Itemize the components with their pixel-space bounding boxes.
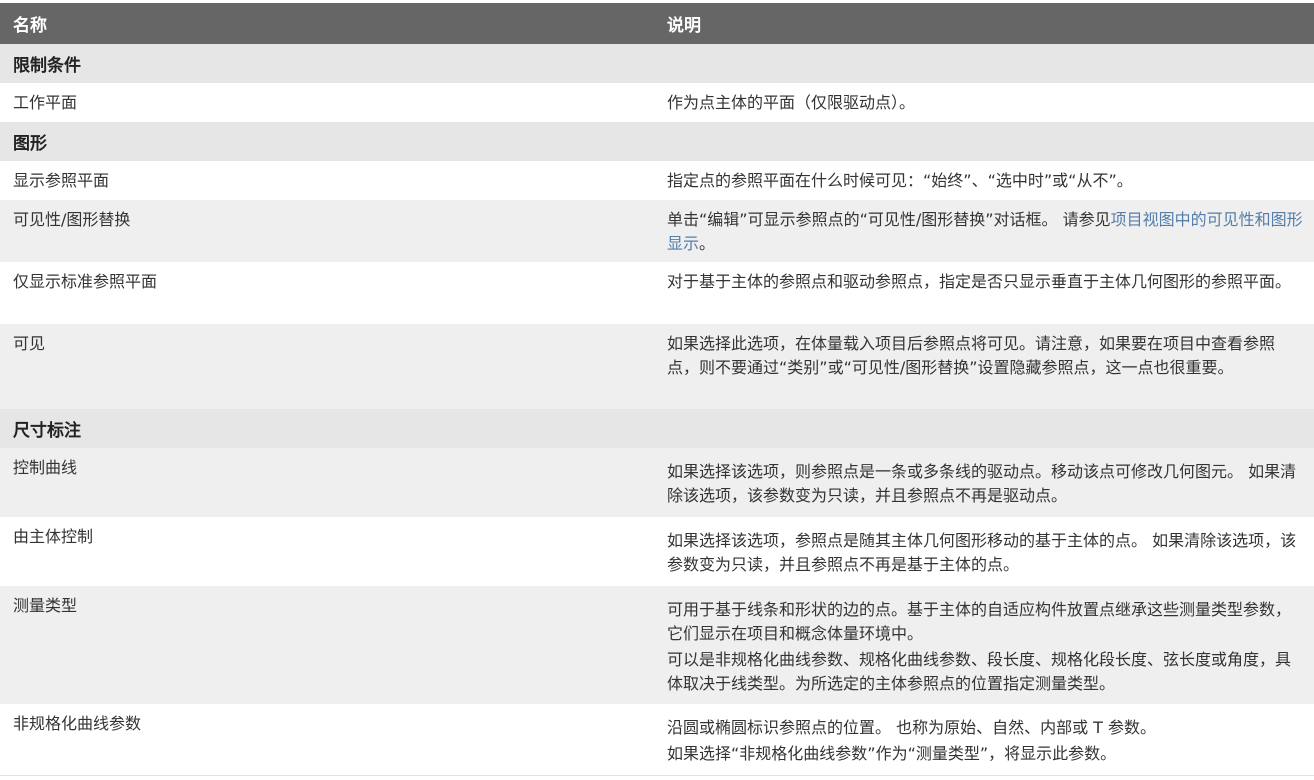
section-title: 图形 bbox=[13, 134, 47, 154]
param-name: 测量类型 bbox=[13, 596, 78, 615]
description-paragraph: 可用于基于线条和形状的边的点。基于主体的自适应构件放置点继承这些测量类型参数，它… bbox=[667, 600, 1292, 643]
section-title: 限制条件 bbox=[13, 56, 81, 76]
param-name: 非规格化曲线参数 bbox=[13, 714, 142, 733]
table-row: 显示参照平面 指定点的参照平面在什么时候可见：“始终”、“选中时”或“从不”。 bbox=[0, 161, 1314, 200]
description-paragraph: 可以是非规格化曲线参数、规格化曲线参数、段长度、规格化段长度、弦长度或角度，具体… bbox=[667, 650, 1292, 693]
section-constraints: 限制条件 bbox=[0, 44, 1314, 83]
table-row: 非规格化曲线参数 沿圆或椭圆标识参照点的位置。 也称为原始、自然、内部或 T 参… bbox=[0, 704, 1314, 776]
param-description: 如果选择该选项，则参照点是一条或多条线的驱动点。移动该点可修改几何图元。 如果清… bbox=[667, 462, 1297, 505]
param-description: 如果选择该选项，参照点是随其主体几何图形移动的基于主体的点。 如果清除该选项，该… bbox=[667, 531, 1297, 574]
table-header: 名称 说明 bbox=[0, 3, 1314, 44]
param-description: 作为点主体的平面（仅限驱动点）。 bbox=[667, 93, 916, 112]
description-text: 单击“编辑”可显示参照点的“可见性/图形替换”对话框。 请参见 bbox=[667, 210, 1111, 229]
param-name: 工作平面 bbox=[13, 93, 78, 112]
param-name: 显示参照平面 bbox=[13, 171, 110, 190]
param-name: 由主体控制 bbox=[13, 527, 94, 546]
description-text: 。 bbox=[699, 234, 716, 253]
table-row: 控制曲线 如果选择该选项，则参照点是一条或多条线的驱动点。移动该点可修改几何图元… bbox=[0, 448, 1314, 517]
table-row: 可见 如果选择此选项，在体量载入项目后参照点将可见。请注意，如果要在项目中查看参… bbox=[0, 324, 1314, 409]
param-name: 仅显示标准参照平面 bbox=[13, 272, 158, 291]
header-description: 说明 bbox=[667, 16, 701, 36]
section-graphics: 图形 bbox=[0, 122, 1314, 161]
param-description: 指定点的参照平面在什么时候可见：“始终”、“选中时”或“从不”。 bbox=[667, 171, 1133, 190]
table-row: 工作平面 作为点主体的平面（仅限驱动点）。 bbox=[0, 83, 1314, 122]
param-name: 可见 bbox=[13, 334, 46, 353]
header-name: 名称 bbox=[13, 16, 47, 36]
table-row: 测量类型 可用于基于线条和形状的边的点。基于主体的自适应构件放置点继承这些测量类… bbox=[0, 586, 1314, 704]
param-name: 可见性/图形替换 bbox=[13, 210, 131, 229]
table-row: 仅显示标准参照平面 对于基于主体的参照点和驱动参照点，指定是否只显示垂直于主体几… bbox=[0, 262, 1314, 324]
description-paragraph: 沿圆或椭圆标识参照点的位置。 也称为原始、自然、内部或 T 参数。 bbox=[667, 718, 1157, 737]
section-title: 尺寸标注 bbox=[13, 421, 81, 441]
param-description: 如果选择此选项，在体量载入项目后参照点将可见。请注意，如果要在项目中查看参照点，… bbox=[667, 334, 1276, 377]
param-description: 沿圆或椭圆标识参照点的位置。 也称为原始、自然、内部或 T 参数。 如果选择“非… bbox=[654, 712, 1314, 775]
description-paragraph: 如果选择“非规格化曲线参数”作为“测量类型”，将显示此参数。 bbox=[667, 744, 1117, 763]
param-description: 单击“编辑”可显示参照点的“可见性/图形替换”对话框。 请参见项目视图中的可见性… bbox=[654, 208, 1314, 262]
parameter-table: 名称 说明 限制条件 工作平面 作为点主体的平面（仅限驱动点）。 图形 显示参照… bbox=[0, 3, 1314, 776]
param-description: 可用于基于线条和形状的边的点。基于主体的自适应构件放置点继承这些测量类型参数，它… bbox=[654, 594, 1314, 704]
table-row: 由主体控制 如果选择该选项，参照点是随其主体几何图形移动的基于主体的点。 如果清… bbox=[0, 517, 1314, 586]
param-description: 对于基于主体的参照点和驱动参照点，指定是否只显示垂直于主体几何图形的参照平面。 bbox=[667, 272, 1292, 291]
table-row: 可见性/图形替换 单击“编辑”可显示参照点的“可见性/图形替换”对话框。 请参见… bbox=[0, 200, 1314, 262]
section-dimensions: 尺寸标注 bbox=[0, 409, 1314, 448]
param-name: 控制曲线 bbox=[13, 458, 78, 477]
